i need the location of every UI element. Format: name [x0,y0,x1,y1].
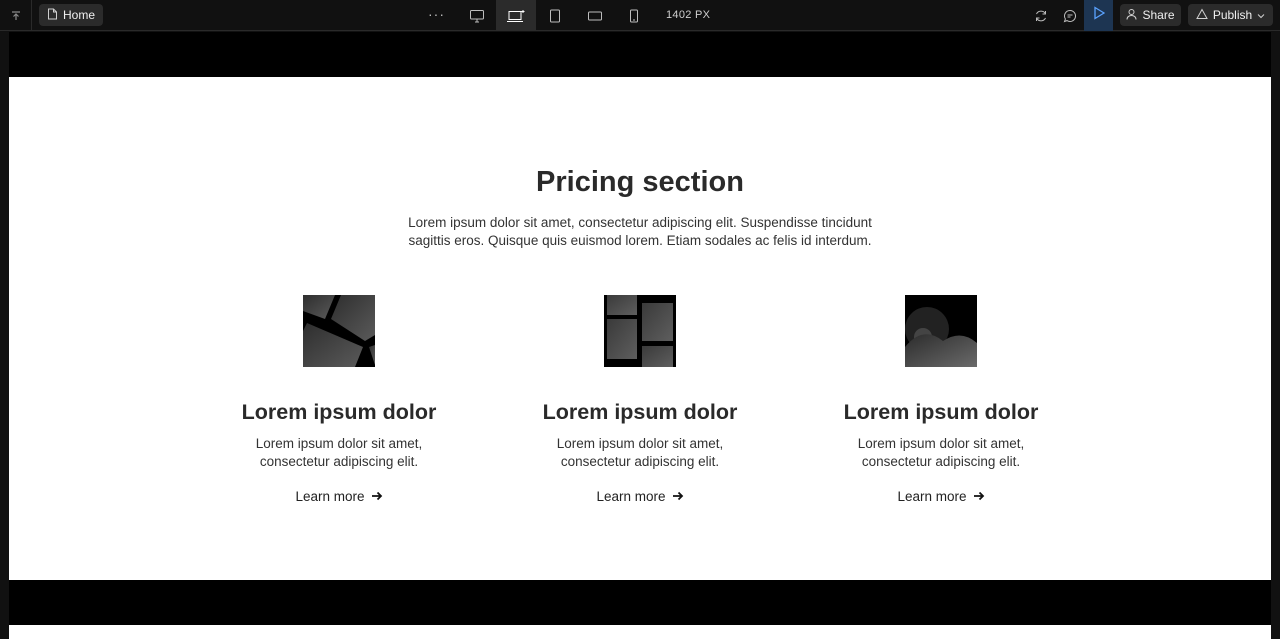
learn-more-link[interactable]: Learn more [596,489,683,504]
person-icon [1126,8,1137,23]
learn-more-link[interactable]: Learn more [295,489,382,504]
play-icon [1093,6,1105,25]
card-title: Lorem ipsum dolor [843,400,1039,424]
photo-collage-tilted-icon [303,295,375,367]
page-selector-button[interactable]: Home [39,4,104,26]
footer-section[interactable] [9,580,1271,625]
laptop-breakpoint-icon[interactable] [496,0,536,31]
arrow-right-icon [672,489,684,504]
pricing-section[interactable]: Pricing section Lorem ipsum dolor sit am… [9,77,1271,580]
publish-label: Publish [1212,8,1253,22]
insert-icon[interactable] [0,0,32,31]
publish-button[interactable]: Publish [1188,4,1273,26]
design-canvas[interactable]: Pricing section Lorem ipsum dolor sit am… [9,32,1271,639]
pricing-subtitle: Lorem ipsum dolor sit amet, consectetur … [408,215,872,248]
comments-icon[interactable] [1056,0,1084,31]
share-label: Share [1142,8,1175,22]
tablet-breakpoint-icon[interactable] [535,0,575,31]
pricing-title: Pricing section [536,166,744,198]
learn-more-link[interactable]: Learn more [897,489,984,504]
card-title: Lorem ipsum dolor [542,400,738,424]
breakpoint-width-label: 1402 PX [666,9,711,21]
desktop-breakpoint-icon[interactable] [457,0,497,31]
card-description: Lorem ipsum dolor sit amet, consectetur … [857,436,1025,469]
refresh-icon[interactable] [1027,0,1055,31]
canvas-scrollbar[interactable] [1271,32,1280,639]
mobile-landscape-breakpoint-icon[interactable] [575,0,615,31]
learn-more-label: Learn more [897,489,967,504]
learn-more-label: Learn more [295,489,365,504]
publish-icon [1195,7,1208,23]
share-button[interactable]: Share [1120,4,1181,26]
learn-more-label: Learn more [596,489,666,504]
page-icon [47,8,58,23]
abstract-shapes-icon [905,295,977,367]
page-selector-label: Home [63,8,96,22]
arrow-right-icon [973,489,985,504]
card-title: Lorem ipsum dolor [241,400,437,424]
card-description: Lorem ipsum dolor sit amet, consectetur … [255,436,423,469]
pricing-card[interactable]: Lorem ipsum dolor Lorem ipsum dolor sit … [821,295,1061,506]
card-description: Lorem ipsum dolor sit amet, consectetur … [556,436,724,469]
preview-play-button[interactable] [1084,0,1113,31]
pricing-card[interactable]: Lorem ipsum dolor Lorem ipsum dolor sit … [520,295,760,506]
chevron-down-icon [1257,8,1265,22]
editor-toolbar: Home ··· 1402 PX Share Publish [0,0,1280,31]
photo-grid-icon [604,295,676,367]
navbar-section[interactable] [9,32,1271,77]
arrow-right-icon [371,489,383,504]
more-options-button[interactable]: ··· [428,6,445,22]
mobile-portrait-breakpoint-icon[interactable] [614,0,654,31]
pricing-card[interactable]: Lorem ipsum dolor Lorem ipsum dolor sit … [219,295,459,506]
